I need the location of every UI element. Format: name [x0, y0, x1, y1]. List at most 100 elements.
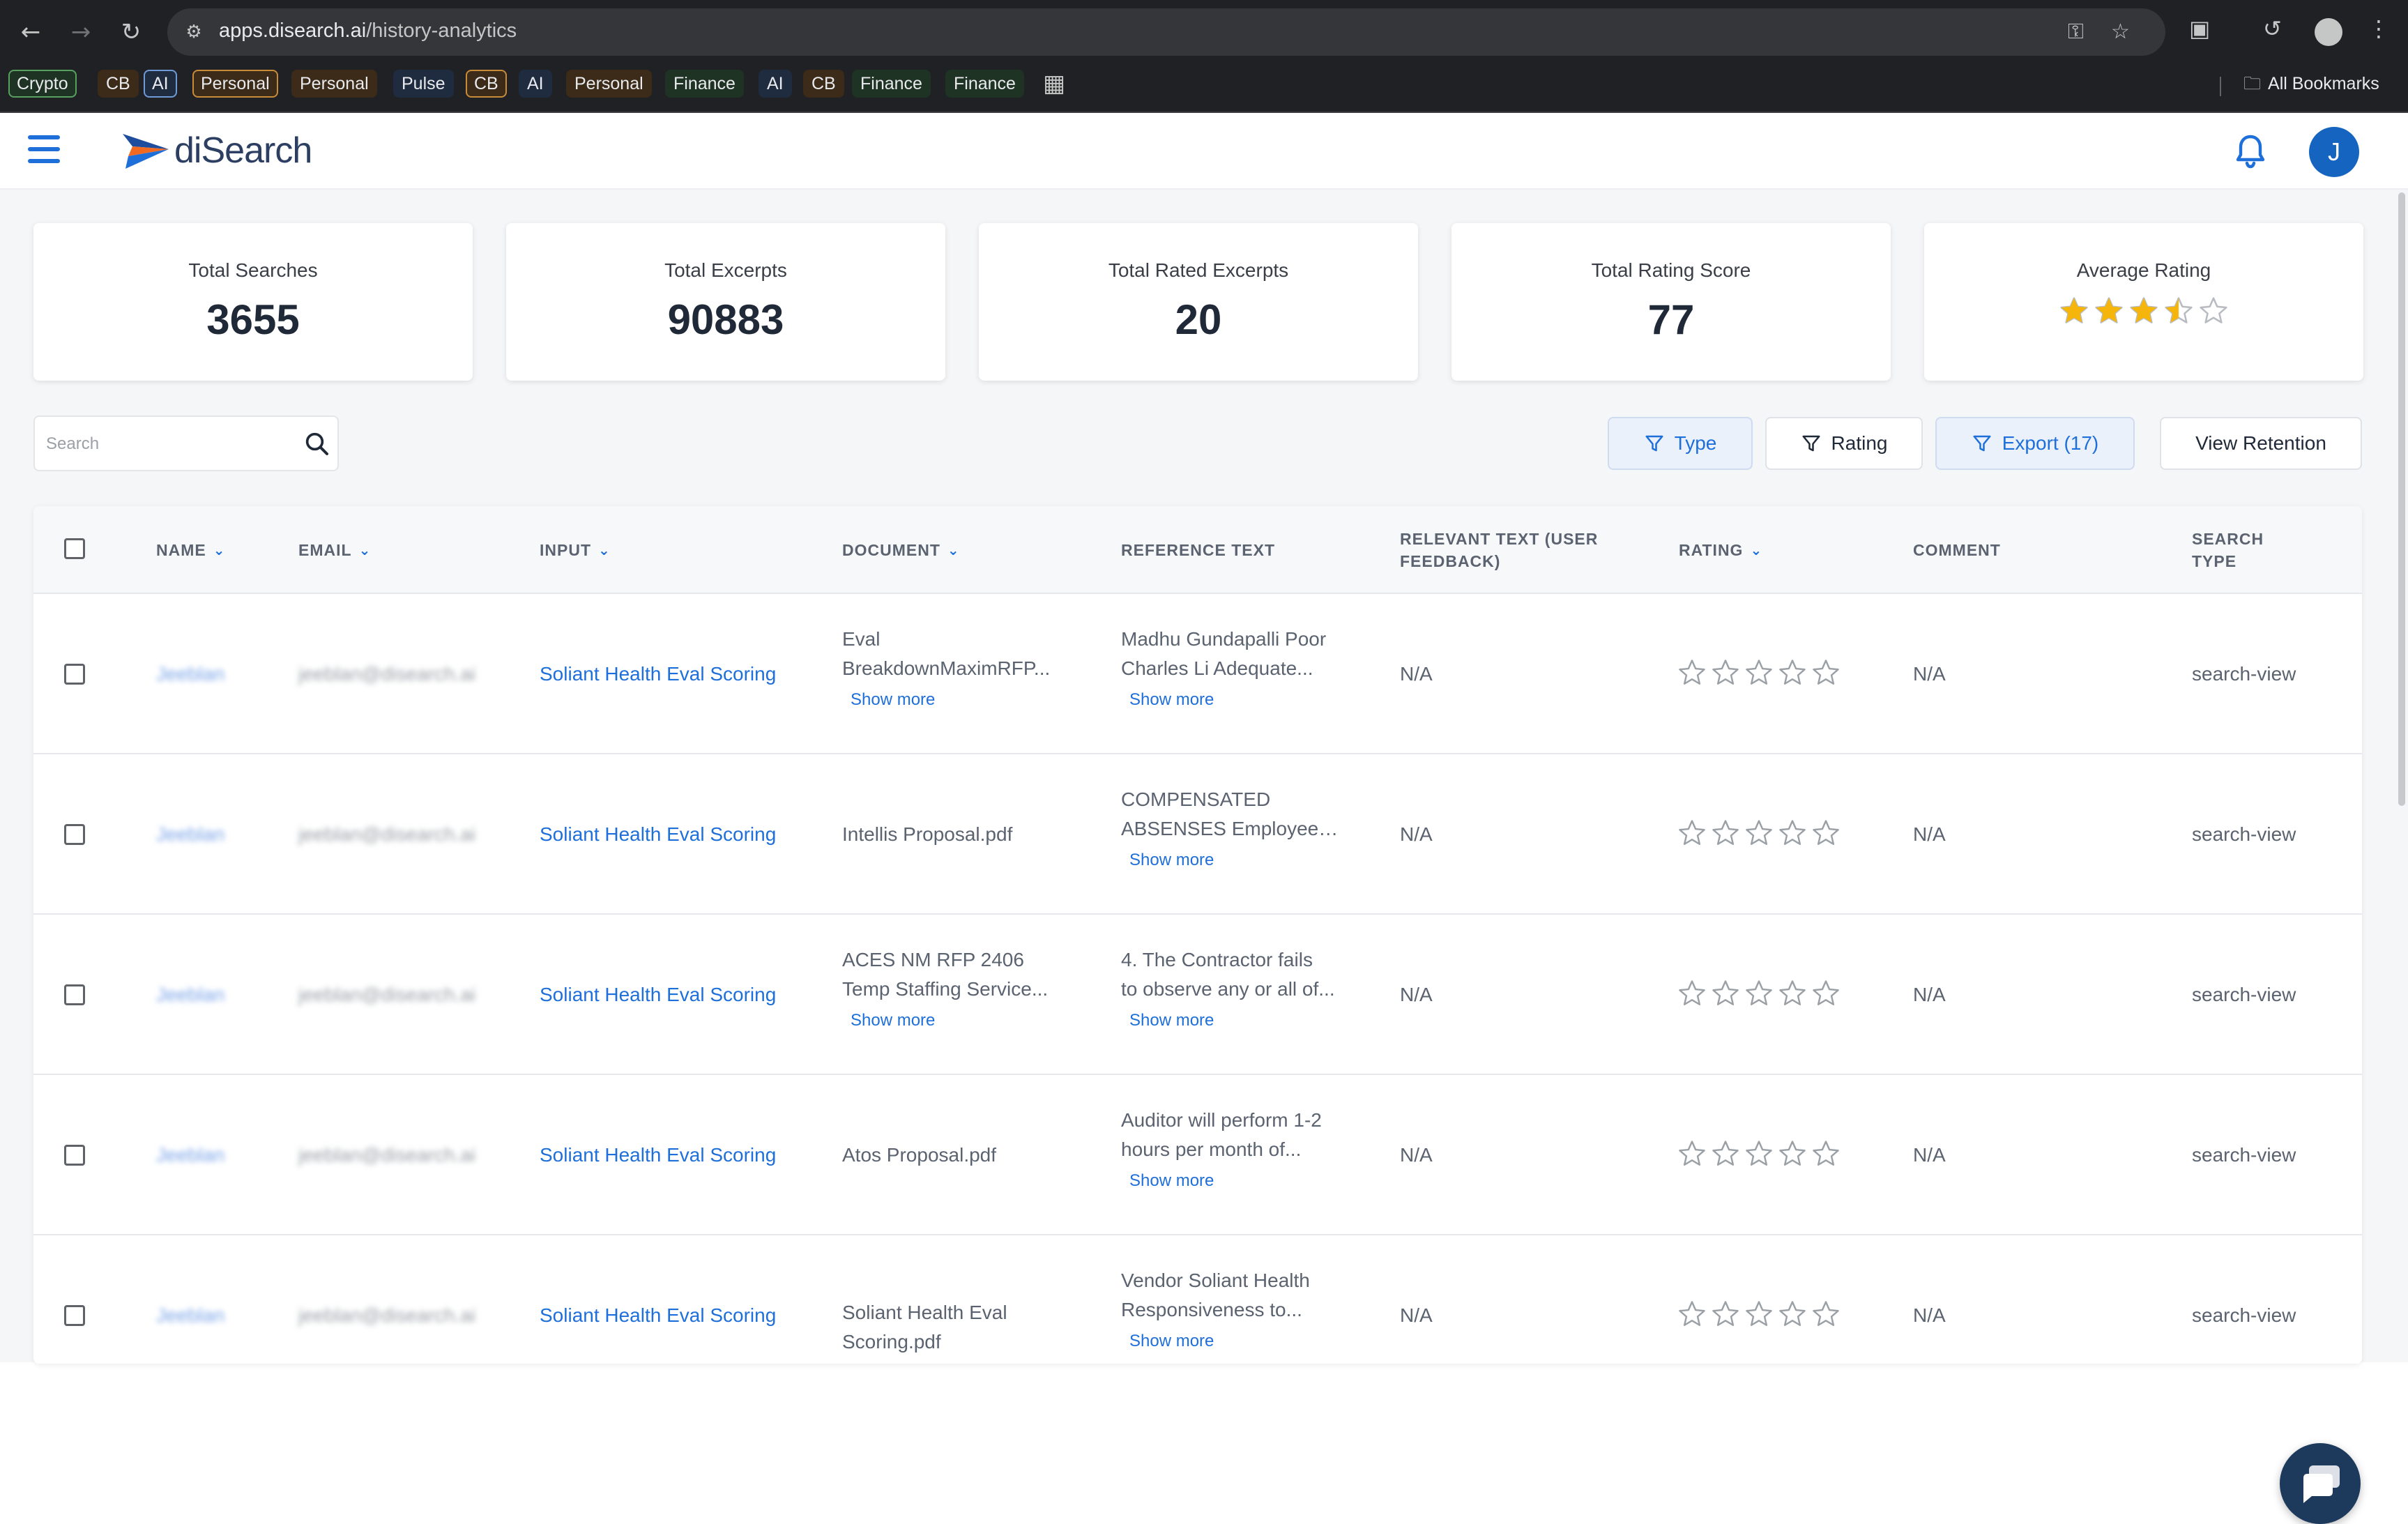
- view-retention-button[interactable]: View Retention: [2160, 417, 2362, 470]
- user-name[interactable]: Jeeblan: [156, 1301, 224, 1330]
- bookmark-ai[interactable]: AI: [759, 70, 792, 98]
- row-checkbox[interactable]: [64, 1145, 85, 1166]
- reference-text-cell: Auditor will perform 1-2 hours per month …: [1121, 1106, 1344, 1164]
- document-show-more-link[interactable]: Show more: [851, 690, 935, 710]
- scrollbar-thumb[interactable]: [2398, 192, 2405, 806]
- extensions-icon[interactable]: ▣: [2189, 15, 2210, 42]
- column-header-document[interactable]: DOCUMENT ⌄: [842, 506, 960, 594]
- stat-value: 3655: [206, 296, 300, 343]
- search-type-cell: search-view: [2192, 1304, 2296, 1326]
- search-type-cell: search-view: [2192, 823, 2296, 845]
- rating-filter-button[interactable]: Rating: [1765, 417, 1923, 470]
- reload-icon[interactable]: ↻: [114, 15, 148, 49]
- logo[interactable]: diSearch: [123, 128, 312, 173]
- site-settings-icon[interactable]: ⚙: [181, 20, 206, 45]
- back-icon[interactable]: ←: [14, 15, 47, 49]
- bookmark-finance[interactable]: Finance: [665, 70, 744, 98]
- bookmark-ai[interactable]: AI: [519, 70, 552, 98]
- column-header-email[interactable]: EMAIL ⌄: [298, 506, 371, 594]
- key-icon[interactable]: ⚿: [2068, 20, 2084, 44]
- select-all-checkbox[interactable]: [64, 538, 85, 559]
- row-rating-stars[interactable]: [1677, 658, 1841, 687]
- row-checkbox[interactable]: [64, 824, 85, 845]
- bookmark-cb[interactable]: CB: [803, 70, 844, 98]
- stat-value: 20: [1175, 296, 1222, 343]
- reference-line: 4. The Contractor fails: [1121, 949, 1313, 970]
- chat-button[interactable]: [2280, 1443, 2361, 1524]
- sync-icon[interactable]: ↺: [2263, 15, 2282, 42]
- row-checkbox[interactable]: [64, 984, 85, 1005]
- reference-line: Auditor will perform 1-2: [1121, 1109, 1322, 1131]
- user-avatar[interactable]: J: [2309, 127, 2359, 177]
- bookmark-personal[interactable]: Personal: [566, 70, 652, 98]
- table-row[interactable]: Jeeblan jeeblan@disearch.ai Soliant Health…: [33, 1235, 2362, 1364]
- star-empty-icon: [1746, 660, 1772, 685]
- input-link[interactable]: Soliant Health Eval Scoring: [540, 1141, 776, 1170]
- row-checkbox[interactable]: [64, 1305, 85, 1326]
- notification-bell-icon[interactable]: [2234, 134, 2267, 170]
- reference-line: Madhu Gundapalli Poor: [1121, 628, 1327, 650]
- bookmark-cb[interactable]: CB: [466, 70, 507, 98]
- export-button[interactable]: Export (17): [1935, 417, 2135, 470]
- bookmark-star-icon[interactable]: ☆: [2111, 20, 2130, 44]
- column-header-name[interactable]: NAME ⌄: [156, 506, 226, 594]
- document-show-more-link[interactable]: Show more: [851, 1011, 935, 1030]
- input-link[interactable]: Soliant Health Eval Scoring: [540, 820, 776, 849]
- input-link[interactable]: Soliant Health Eval Scoring: [540, 660, 776, 689]
- reference-text-cell: 4. The Contractor fails to observe any or…: [1121, 945, 1344, 1004]
- reference-show-more-link[interactable]: Show more: [1129, 1332, 1214, 1351]
- search-input[interactable]: [46, 429, 283, 459]
- column-header-input[interactable]: INPUT ⌄: [540, 506, 611, 594]
- document-cell: Soliant Health Eval Scoring.pdf: [842, 1298, 1072, 1357]
- table-row[interactable]: Jeeblan jeeblan@disearch.ai Soliant Health…: [33, 754, 2362, 915]
- url-text: apps.disearch.ai/history-analytics: [219, 20, 517, 42]
- bookmark-crypto[interactable]: Crypto: [8, 70, 77, 98]
- bookmark-finance[interactable]: Finance: [945, 70, 1024, 98]
- user-name[interactable]: Jeeblan: [156, 980, 224, 1009]
- table-row[interactable]: Jeeblan jeeblan@disearch.ai Soliant Health…: [33, 1075, 2362, 1235]
- reference-show-more-link[interactable]: Show more: [1129, 1011, 1214, 1030]
- table-row[interactable]: Jeeblan jeeblan@disearch.ai Soliant Health…: [33, 594, 2362, 754]
- address-bar[interactable]: ⚙ apps.disearch.ai/history-analytics ⚿ ☆: [167, 8, 2165, 56]
- bookmark-personal[interactable]: Personal: [291, 70, 377, 98]
- search-icon[interactable]: [303, 429, 330, 457]
- history-table: NAME ⌄ EMAIL ⌄ INPUT ⌄ DOCUMENT ⌄ REFERENCE …: [33, 506, 2362, 1364]
- table-row[interactable]: Jeeblan jeeblan@disearch.ai Soliant Health…: [33, 915, 2362, 1075]
- bookmark-finance[interactable]: Finance: [852, 70, 931, 98]
- input-link[interactable]: Soliant Health Eval Scoring: [540, 1301, 776, 1330]
- profile-icon[interactable]: [2315, 18, 2342, 46]
- input-link[interactable]: Soliant Health Eval Scoring: [540, 980, 776, 1009]
- chevron-down-icon: ⌄: [213, 542, 226, 558]
- row-checkbox[interactable]: [64, 664, 85, 685]
- bookmark-ai[interactable]: AI: [144, 70, 177, 98]
- bookmark-pulse[interactable]: Pulse: [393, 70, 454, 98]
- user-name[interactable]: Jeeblan: [156, 660, 224, 689]
- bookmarks-divider: [2220, 77, 2221, 96]
- user-email: jeeblan@disearch.ai: [298, 984, 476, 1005]
- row-rating-stars[interactable]: [1677, 979, 1841, 1008]
- row-rating-stars[interactable]: [1677, 1300, 1841, 1329]
- bookmark-personal[interactable]: Personal: [192, 70, 278, 98]
- type-filter-button[interactable]: Type: [1608, 417, 1753, 470]
- menu-dots-icon[interactable]: ⋮: [2368, 15, 2390, 42]
- bookmark-cb[interactable]: CB: [98, 70, 139, 98]
- reference-show-more-link[interactable]: Show more: [1129, 851, 1214, 870]
- user-name[interactable]: Jeeblan: [156, 820, 224, 849]
- relevant-text-cell: N/A: [1400, 663, 1433, 685]
- filter-icon: [1645, 435, 1663, 452]
- row-rating-stars[interactable]: [1677, 818, 1841, 848]
- column-header-rating[interactable]: RATING ⌄: [1679, 506, 1762, 594]
- reference-show-more-link[interactable]: Show more: [1129, 690, 1214, 710]
- star-empty-icon: [1746, 1141, 1772, 1166]
- row-rating-stars[interactable]: [1677, 1139, 1841, 1168]
- forward-icon[interactable]: →: [64, 15, 98, 49]
- column-header-comment: COMMENT: [1913, 541, 2001, 559]
- relevant-text-cell: N/A: [1400, 1304, 1433, 1326]
- all-bookmarks-button[interactable]: 🗀 All Bookmarks: [2243, 70, 2379, 98]
- reference-show-more-link[interactable]: Show more: [1129, 1171, 1214, 1191]
- comment-cell: N/A: [1913, 823, 1946, 845]
- tab-groups-icon[interactable]: ▦: [1043, 70, 1065, 98]
- menu-icon[interactable]: [28, 135, 61, 163]
- user-name[interactable]: Jeeblan: [156, 1141, 224, 1170]
- reference-line: COMPENSATED: [1121, 788, 1271, 810]
